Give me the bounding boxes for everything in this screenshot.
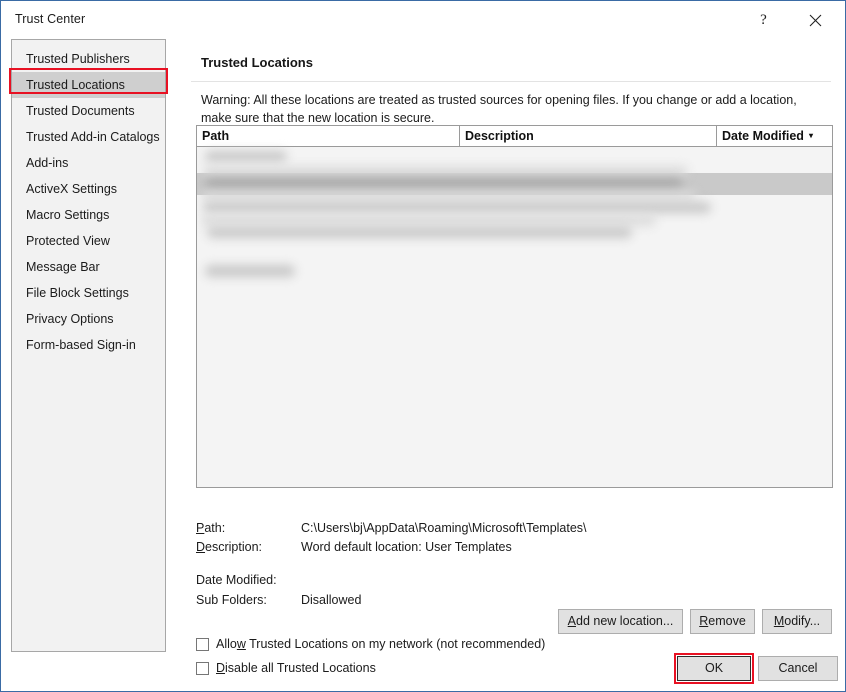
checkbox-unchecked-icon[interactable] — [196, 661, 209, 675]
sidebar-item-trusted-documents[interactable]: Trusted Documents — [12, 98, 165, 124]
table-row[interactable] — [203, 166, 688, 177]
title-divider — [191, 81, 831, 82]
allow-network-locations-label: Allow Trusted Locations on my network (n… — [216, 637, 546, 651]
trust-center-dialog: Trust Center ? Trusted Publishers Truste… — [0, 0, 846, 692]
disable-all-trusted-locations-checkbox-row[interactable]: Disable all Trusted Locations — [196, 661, 376, 675]
sidebar-item-macro-settings[interactable]: Macro Settings — [12, 202, 165, 228]
table-row[interactable] — [201, 215, 656, 226]
add-new-location-button[interactable]: Add new location... — [558, 609, 683, 634]
column-header-description[interactable]: Description — [460, 126, 717, 146]
sidebar-item-protected-view[interactable]: Protected View — [12, 228, 165, 254]
sidebar-item-label: Privacy Options — [26, 312, 114, 326]
sidebar-item-label: Protected View — [26, 234, 110, 248]
sidebar-item-trusted-publishers[interactable]: Trusted Publishers — [12, 46, 165, 72]
sidebar-item-label: Trusted Publishers — [26, 52, 130, 66]
sidebar-item-label: Trusted Locations — [26, 78, 125, 92]
allow-network-locations-checkbox-row[interactable]: Allow Trusted Locations on my network (n… — [196, 637, 545, 651]
detail-label-path: Path: — [196, 521, 226, 535]
sidebar-item-form-based-sign-in[interactable]: Form-based Sign-in — [12, 332, 165, 358]
column-header-label: Date Modified — [722, 129, 804, 143]
detail-value-sub-folders: Disallowed — [301, 593, 362, 607]
close-button[interactable] — [793, 3, 838, 37]
table-row[interactable] — [205, 151, 287, 162]
sidebar-item-label: Add-ins — [26, 156, 69, 170]
column-header-label: Path — [202, 129, 230, 143]
sidebar-item-trusted-add-in-catalogs[interactable]: Trusted Add-in Catalogs — [12, 124, 165, 150]
checkbox-unchecked-icon[interactable] — [196, 637, 209, 651]
detail-value-description: Word default location: User Templates — [301, 540, 512, 554]
warning-text: Warning: All these locations are treated… — [201, 93, 797, 125]
sidebar-item-activex-settings[interactable]: ActiveX Settings — [12, 176, 165, 202]
sidebar-item-file-block-settings[interactable]: File Block Settings — [12, 280, 165, 306]
help-button[interactable]: ? — [741, 3, 786, 37]
table-row[interactable] — [201, 191, 696, 201]
sidebar-item-add-ins[interactable]: Add-ins — [12, 150, 165, 176]
sidebar-item-label: Trusted Add-in Catalogs — [26, 130, 160, 144]
title-bar: Trust Center ? — [2, 2, 845, 38]
remove-button[interactable]: Remove — [690, 609, 755, 634]
cancel-button[interactable]: Cancel — [758, 656, 838, 681]
sidebar-item-list: Trusted Publishers Trusted Locations Tru… — [12, 40, 165, 358]
detail-value-path: C:\Users\bj\AppData\Roaming\Microsoft\Te… — [301, 521, 587, 535]
content-pane: Trusted Locations Warning: All these loc… — [179, 39, 837, 675]
detail-label-date-modified: Date Modified: — [196, 573, 277, 587]
detail-label-description: Description: — [196, 540, 263, 554]
sidebar-item-label: File Block Settings — [26, 286, 129, 300]
window-title: Trust Center — [15, 12, 86, 26]
question-mark-icon: ? — [760, 11, 767, 28]
close-icon — [809, 14, 822, 26]
sidebar-item-label: Form-based Sign-in — [26, 338, 136, 352]
sidebar-item-label: Macro Settings — [26, 208, 110, 222]
table-row[interactable] — [205, 178, 683, 189]
table-row[interactable] — [203, 202, 711, 213]
sidebar-item-label: Message Bar — [26, 260, 100, 274]
category-sidebar: Trusted Publishers Trusted Locations Tru… — [11, 39, 166, 652]
table-row[interactable] — [207, 227, 632, 238]
sidebar-item-label: ActiveX Settings — [26, 182, 118, 196]
column-header-path[interactable]: Path — [197, 126, 460, 146]
disable-all-trusted-locations-label: Disable all Trusted Locations — [216, 661, 376, 675]
sidebar-item-privacy-options[interactable]: Privacy Options — [12, 306, 165, 332]
table-header-row: Path Description Date Modified ▾ — [197, 126, 832, 147]
modify-button[interactable]: Modify... — [762, 609, 832, 634]
column-header-date-modified[interactable]: Date Modified ▾ — [717, 126, 832, 146]
trusted-locations-list[interactable]: Path Description Date Modified ▾ — [196, 125, 833, 488]
page-title: Trusted Locations — [201, 55, 313, 70]
detail-label-sub-folders: Sub Folders: — [196, 593, 267, 607]
column-header-label: Description — [465, 129, 534, 143]
sidebar-item-trusted-locations[interactable]: Trusted Locations — [12, 72, 165, 98]
sidebar-item-message-bar[interactable]: Message Bar — [12, 254, 165, 280]
sort-descending-icon: ▾ — [808, 131, 813, 140]
table-body — [197, 147, 832, 487]
ok-button[interactable]: OK — [677, 656, 751, 681]
sidebar-item-label: Trusted Documents — [26, 104, 135, 118]
table-row[interactable] — [205, 265, 295, 277]
